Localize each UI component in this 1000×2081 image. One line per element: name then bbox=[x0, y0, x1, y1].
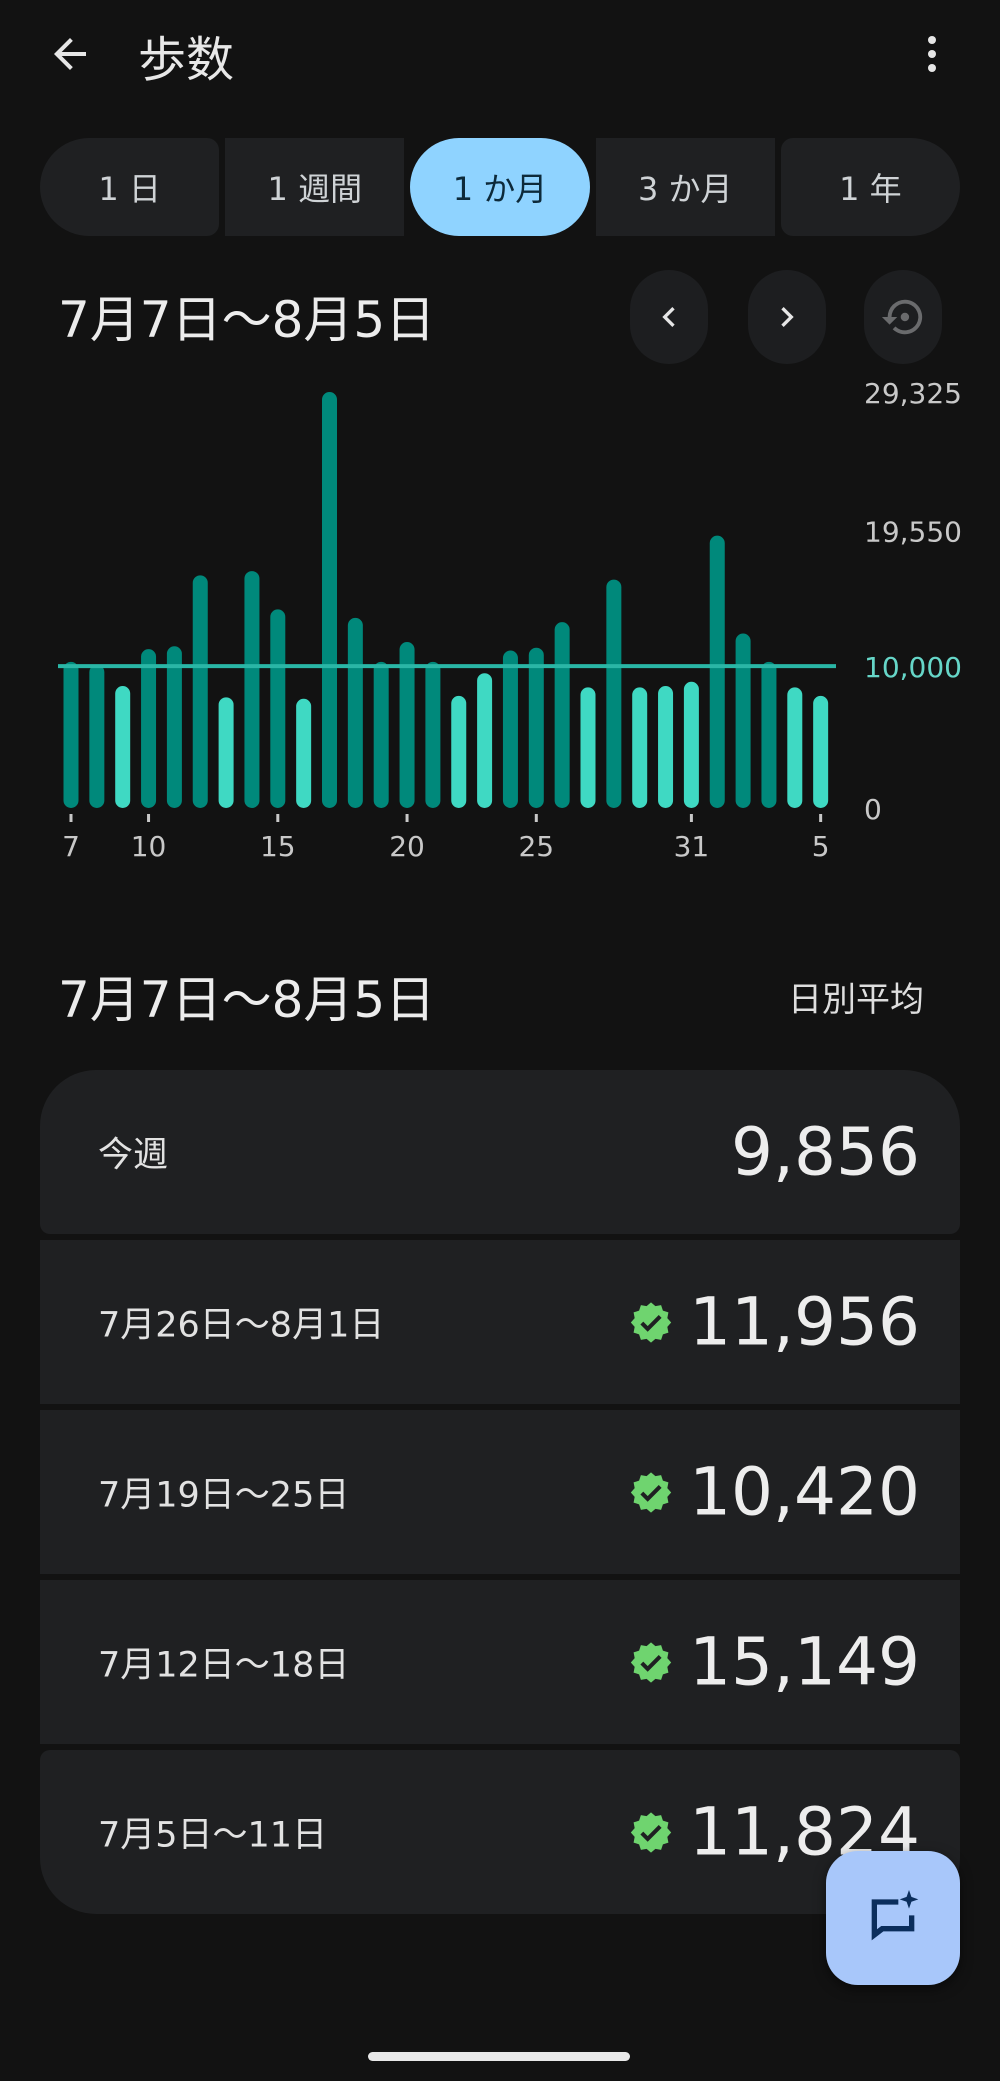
tab-1-week[interactable]: 1 週間 bbox=[225, 138, 405, 236]
next-period-button[interactable] bbox=[748, 270, 826, 364]
goal-achieved-badge-icon bbox=[630, 1811, 672, 1853]
week-value: 9,856 bbox=[731, 1114, 920, 1191]
x-axis-tick-label: 10 bbox=[131, 830, 167, 863]
more-options-button[interactable] bbox=[908, 26, 956, 82]
week-label: 7月26日〜8月1日 bbox=[98, 1305, 385, 1346]
chart-bar bbox=[347, 617, 363, 808]
period-tabs: 1 日 1 週間 1 か月 3 か月 1 年 bbox=[40, 138, 961, 236]
chart-bar bbox=[218, 697, 234, 808]
chart-bar bbox=[632, 687, 648, 808]
date-range-title: 7月7日〜8月5日 bbox=[58, 291, 436, 349]
chart-bar bbox=[63, 661, 79, 808]
week-row[interactable]: 今週 9,856 bbox=[40, 1070, 960, 1234]
arrow-back-icon bbox=[54, 38, 86, 70]
tab-1-year[interactable]: 1 年 bbox=[780, 138, 961, 236]
weekly-summary-list: 今週 9,856 7月26日〜8月1日 11,956 7月19日〜25日 10,… bbox=[40, 1070, 960, 1920]
chart-bar bbox=[373, 661, 389, 808]
chart-bar bbox=[735, 633, 751, 808]
x-axis-tick-label: 7 bbox=[62, 830, 80, 863]
back-button[interactable] bbox=[42, 26, 98, 82]
ai-chat-fab[interactable] bbox=[826, 1851, 960, 1985]
chart-bar bbox=[89, 664, 105, 808]
y-axis-tick-label: 0 bbox=[864, 793, 882, 826]
chart-bar bbox=[425, 661, 441, 808]
chart-bar bbox=[709, 535, 725, 808]
daily-average-label: 日別平均 bbox=[788, 980, 924, 1020]
week-row[interactable]: 7月5日〜11日 11,824 bbox=[40, 1750, 960, 1914]
chart-bar bbox=[761, 661, 777, 808]
y-axis-tick-label: 19,550 bbox=[864, 516, 962, 549]
week-label: 7月5日〜11日 bbox=[98, 1815, 328, 1856]
chart-bar bbox=[528, 647, 544, 808]
chart-bar bbox=[451, 695, 467, 808]
goal-achieved-badge-icon bbox=[630, 1641, 672, 1683]
tab-1-month[interactable]: 1 か月 bbox=[410, 138, 590, 236]
tab-1-day[interactable]: 1 日 bbox=[40, 138, 220, 236]
week-value: 15,149 bbox=[629, 1624, 920, 1701]
chart-bar bbox=[477, 673, 493, 808]
week-label: 7月19日〜25日 bbox=[98, 1475, 350, 1516]
chart-bar bbox=[115, 686, 131, 808]
goal-achieved-badge-icon bbox=[630, 1471, 672, 1513]
x-axis-tick-label: 15 bbox=[260, 830, 296, 863]
chart-bar bbox=[322, 392, 337, 808]
y-axis-tick-label: 10,000 bbox=[864, 651, 962, 684]
chart-bar bbox=[141, 649, 157, 808]
week-average-steps: 10,420 bbox=[689, 1453, 920, 1531]
chart-bar bbox=[554, 622, 570, 808]
page-title: 歩数 bbox=[138, 32, 235, 88]
reset-to-today-button[interactable] bbox=[864, 270, 942, 364]
week-row[interactable]: 7月26日〜8月1日 11,956 bbox=[40, 1240, 960, 1404]
week-average-steps: 15,149 bbox=[689, 1623, 920, 1701]
x-axis-tick-label: 20 bbox=[389, 830, 425, 863]
summary-range-title: 7月7日〜8月5日 bbox=[58, 971, 436, 1029]
chart-bar bbox=[580, 687, 596, 808]
x-axis-tick-label: 31 bbox=[674, 830, 710, 863]
chart-bar bbox=[270, 609, 286, 808]
week-label: 7月12日〜18日 bbox=[98, 1645, 350, 1686]
more-vert-icon bbox=[928, 36, 936, 72]
top-app-bar: 歩数 bbox=[0, 0, 1000, 110]
week-value: 10,420 bbox=[629, 1454, 920, 1531]
chart-bar bbox=[166, 646, 182, 808]
chart-bar bbox=[787, 687, 803, 808]
chart-bar bbox=[683, 681, 699, 808]
history-reset-icon bbox=[881, 299, 923, 335]
week-row[interactable]: 7月12日〜18日 15,149 bbox=[40, 1580, 960, 1744]
tab-3-months[interactable]: 3 か月 bbox=[595, 138, 775, 236]
week-row[interactable]: 7月19日〜25日 10,420 bbox=[40, 1410, 960, 1574]
chart-bar bbox=[296, 698, 312, 808]
ai-chat-icon bbox=[871, 1890, 919, 1941]
chevron-left-icon bbox=[662, 307, 675, 327]
chart-bar bbox=[502, 650, 518, 808]
chart-bar bbox=[606, 579, 622, 808]
x-axis-tick-label: 5 bbox=[812, 830, 830, 863]
y-axis-tick-label: 29,325 bbox=[864, 380, 962, 410]
x-axis-tick-label: 25 bbox=[518, 830, 554, 863]
chevron-right-icon bbox=[781, 307, 794, 327]
previous-period-button[interactable] bbox=[630, 270, 708, 364]
week-average-steps: 11,956 bbox=[689, 1283, 920, 1361]
chart-bar bbox=[244, 571, 260, 808]
chart-bar bbox=[813, 695, 829, 808]
week-label: 今週 bbox=[98, 1135, 169, 1176]
home-indicator bbox=[368, 2052, 630, 2061]
chart-bar bbox=[658, 686, 674, 808]
goal-achieved-badge-icon bbox=[630, 1301, 672, 1343]
week-value: 11,956 bbox=[629, 1284, 920, 1361]
chart-bar bbox=[192, 575, 208, 808]
steps-bar-chart: 29,325 19,550 10,000 0 7 10 15 20 25 31 5 bbox=[58, 380, 962, 863]
week-average-steps: 9,856 bbox=[731, 1113, 920, 1191]
